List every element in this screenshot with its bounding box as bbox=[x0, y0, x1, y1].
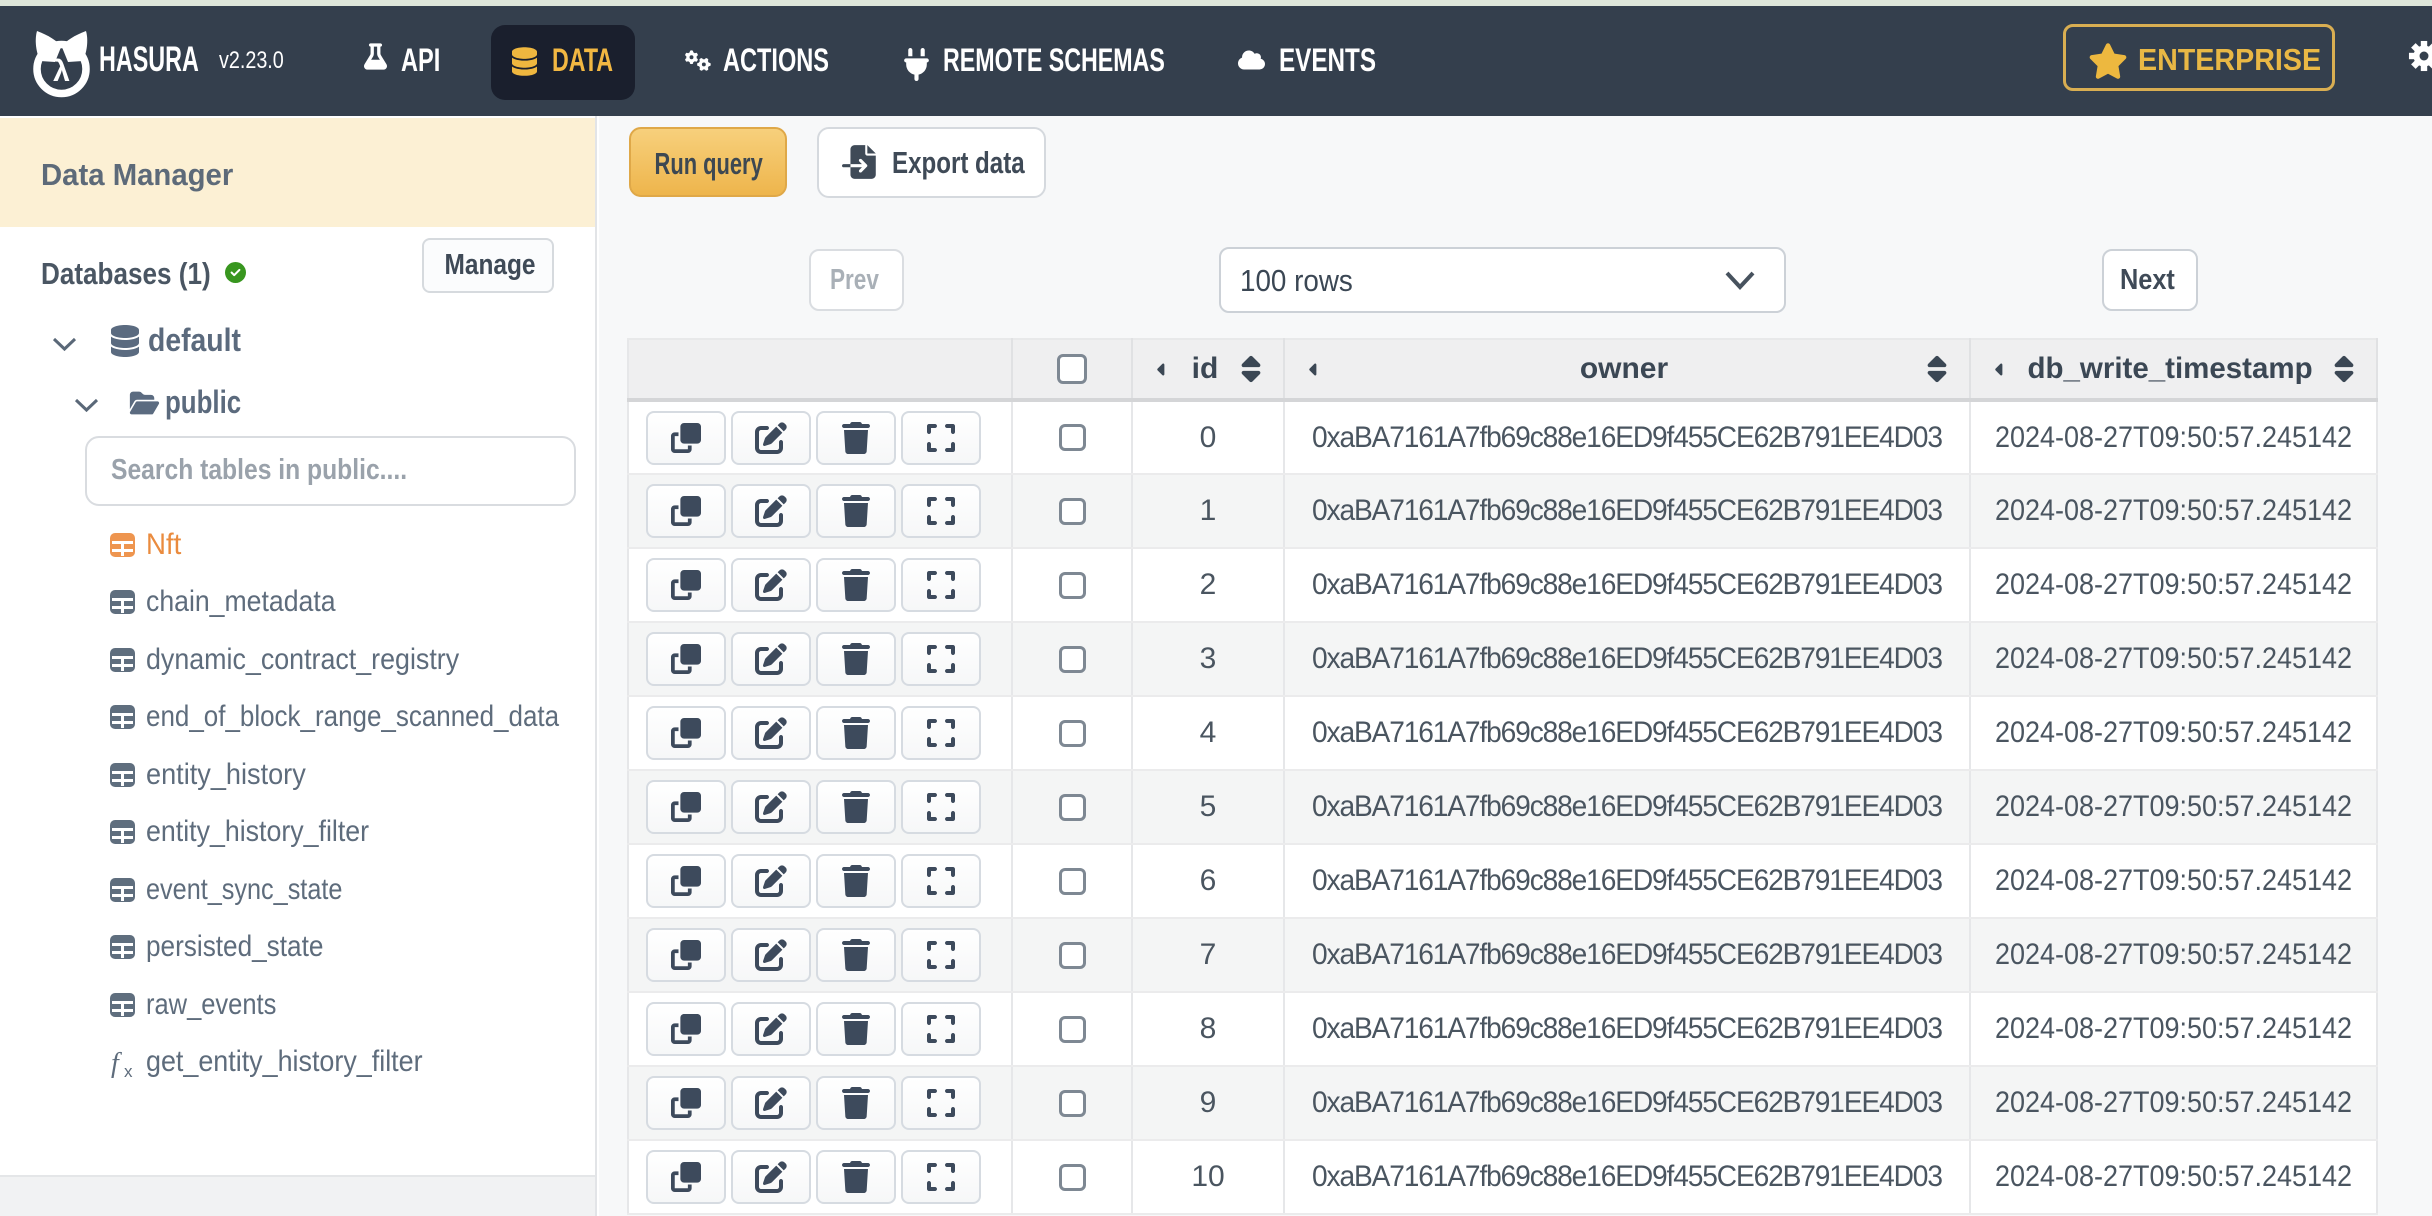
svg-text:λ: λ bbox=[53, 55, 70, 88]
svg-text:x: x bbox=[124, 1062, 133, 1079]
svg-text:f: f bbox=[111, 1049, 122, 1079]
